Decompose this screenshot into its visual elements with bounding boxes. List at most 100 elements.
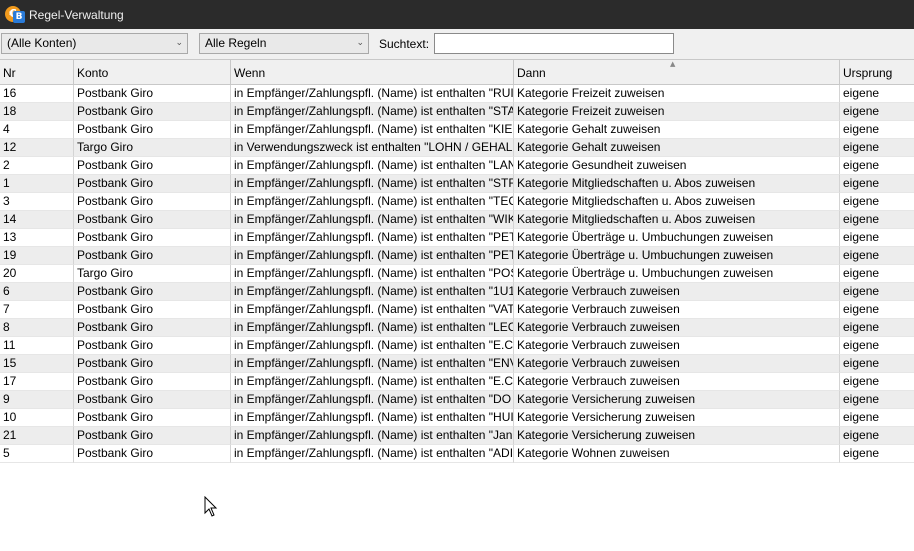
table-row[interactable]: 14 Postbank Giro in Empfänger/Zahlungspfl.… xyxy=(0,211,914,229)
cell-wenn: in Empfänger/Zahlungspfl. (Name) ist ent… xyxy=(231,229,514,247)
table-row[interactable]: 18 Postbank Giro in Empfänger/Zahlungspfl.… xyxy=(0,103,914,121)
column-header-konto[interactable]: Konto xyxy=(74,60,231,85)
cell-ursprung: eigene xyxy=(840,247,914,265)
cell-wenn: in Empfänger/Zahlungspfl. (Name) ist ent… xyxy=(231,355,514,373)
table-row[interactable]: 12 Targo Giro in Verwendungszweck ist enth… xyxy=(0,139,914,157)
cell-konto: Targo Giro xyxy=(74,139,231,157)
cell-ursprung: eigene xyxy=(840,427,914,445)
cell-wenn: in Empfänger/Zahlungspfl. (Name) ist ent… xyxy=(231,247,514,265)
table-row[interactable]: 9 Postbank Giro in Empfänger/Zahlungspfl. … xyxy=(0,391,914,409)
cell-dann: Kategorie Verbrauch zuweisen xyxy=(514,337,840,355)
cell-wenn: in Empfänger/Zahlungspfl. (Name) ist ent… xyxy=(231,211,514,229)
cell-konto: Postbank Giro xyxy=(74,121,231,139)
cell-wenn: in Empfänger/Zahlungspfl. (Name) ist ent… xyxy=(231,121,514,139)
cell-wenn: in Empfänger/Zahlungspfl. (Name) ist ent… xyxy=(231,193,514,211)
table-row[interactable]: 19 Postbank Giro in Empfänger/Zahlungspfl.… xyxy=(0,247,914,265)
table-row[interactable]: 2 Postbank Giro in Empfänger/Zahlungspfl. … xyxy=(0,157,914,175)
cell-konto: Postbank Giro xyxy=(74,337,231,355)
cell-konto: Postbank Giro xyxy=(74,409,231,427)
cell-dann: Kategorie Gehalt zuweisen xyxy=(514,121,840,139)
cell-ursprung: eigene xyxy=(840,337,914,355)
table-row[interactable]: 3 Postbank Giro in Empfänger/Zahlungspfl. … xyxy=(0,193,914,211)
cell-wenn: in Empfänger/Zahlungspfl. (Name) ist ent… xyxy=(231,445,514,463)
cell-konto: Postbank Giro xyxy=(74,445,231,463)
cell-ursprung: eigene xyxy=(840,445,914,463)
cell-nr: 21 xyxy=(0,427,74,445)
table-row[interactable]: 4 Postbank Giro in Empfänger/Zahlungspfl. … xyxy=(0,121,914,139)
cell-konto: Postbank Giro xyxy=(74,103,231,121)
column-header-ursprung[interactable]: Ursprung xyxy=(840,60,914,85)
cell-dann: Kategorie Überträge u. Umbuchungen zuwei… xyxy=(514,265,840,283)
cell-nr: 9 xyxy=(0,391,74,409)
cell-nr: 6 xyxy=(0,283,74,301)
table-header: Nr Konto Wenn Dann Ursprung ▲ xyxy=(0,59,914,85)
cell-dann: Kategorie Wohnen zuweisen xyxy=(514,445,840,463)
cell-dann: Kategorie Verbrauch zuweisen xyxy=(514,355,840,373)
cell-dann: Kategorie Freizeit zuweisen xyxy=(514,85,840,103)
cell-wenn: in Empfänger/Zahlungspfl. (Name) ist ent… xyxy=(231,301,514,319)
table-row[interactable]: 20 Targo Giro in Empfänger/Zahlungspfl. (N… xyxy=(0,265,914,283)
account-filter-select[interactable]: (Alle Konten) ⌄ xyxy=(1,33,188,54)
cell-ursprung: eigene xyxy=(840,373,914,391)
cell-nr: 7 xyxy=(0,301,74,319)
cell-nr: 13 xyxy=(0,229,74,247)
cell-nr: 15 xyxy=(0,355,74,373)
cell-konto: Postbank Giro xyxy=(74,193,231,211)
table-row[interactable]: 5 Postbank Giro in Empfänger/Zahlungspfl. … xyxy=(0,445,914,463)
cell-dann: Kategorie Mitgliedschaften u. Abos zuwei… xyxy=(514,211,840,229)
cell-dann: Kategorie Versicherung zuweisen xyxy=(514,391,840,409)
cell-dann: Kategorie Gehalt zuweisen xyxy=(514,139,840,157)
table-row[interactable]: 6 Postbank Giro in Empfänger/Zahlungspfl. … xyxy=(0,283,914,301)
table-row[interactable]: 17 Postbank Giro in Empfänger/Zahlungspfl.… xyxy=(0,373,914,391)
cell-dann: Kategorie Gesundheit zuweisen xyxy=(514,157,840,175)
cell-dann: Kategorie Überträge u. Umbuchungen zuwei… xyxy=(514,229,840,247)
cell-ursprung: eigene xyxy=(840,283,914,301)
table-row[interactable]: 8 Postbank Giro in Empfänger/Zahlungspfl. … xyxy=(0,319,914,337)
search-input[interactable] xyxy=(434,33,674,54)
cell-dann: Kategorie Verbrauch zuweisen xyxy=(514,283,840,301)
cell-konto: Postbank Giro xyxy=(74,319,231,337)
window-title: Regel-Verwaltung xyxy=(29,7,124,22)
cell-ursprung: eigene xyxy=(840,301,914,319)
table-row[interactable]: 15 Postbank Giro in Empfänger/Zahlungspfl.… xyxy=(0,355,914,373)
column-header-nr[interactable]: Nr xyxy=(0,60,74,85)
cell-ursprung: eigene xyxy=(840,391,914,409)
table-row[interactable]: 21 Postbank Giro in Empfänger/Zahlungspfl.… xyxy=(0,427,914,445)
cell-konto: Postbank Giro xyxy=(74,85,231,103)
cell-ursprung: eigene xyxy=(840,121,914,139)
cell-konto: Postbank Giro xyxy=(74,355,231,373)
table-body: 16 Postbank Giro in Empfänger/Zahlungspfl.… xyxy=(0,85,914,463)
table-row[interactable]: 13 Postbank Giro in Empfänger/Zahlungspfl.… xyxy=(0,229,914,247)
cell-ursprung: eigene xyxy=(840,193,914,211)
cell-ursprung: eigene xyxy=(840,265,914,283)
cell-ursprung: eigene xyxy=(840,229,914,247)
cell-nr: 11 xyxy=(0,337,74,355)
table-row[interactable]: 11 Postbank Giro in Empfänger/Zahlungspfl.… xyxy=(0,337,914,355)
cell-wenn: in Empfänger/Zahlungspfl. (Name) ist ent… xyxy=(231,337,514,355)
column-header-wenn[interactable]: Wenn xyxy=(231,60,514,85)
rule-filter-value: Alle Regeln xyxy=(205,36,267,50)
cell-konto: Postbank Giro xyxy=(74,301,231,319)
cell-konto: Postbank Giro xyxy=(74,247,231,265)
cell-dann: Kategorie Mitgliedschaften u. Abos zuwei… xyxy=(514,175,840,193)
table-row[interactable]: 7 Postbank Giro in Empfänger/Zahlungspfl. … xyxy=(0,301,914,319)
cell-nr: 19 xyxy=(0,247,74,265)
cell-konto: Postbank Giro xyxy=(74,391,231,409)
cell-ursprung: eigene xyxy=(840,139,914,157)
cell-nr: 17 xyxy=(0,373,74,391)
table-row[interactable]: 1 Postbank Giro in Empfänger/Zahlungspfl. … xyxy=(0,175,914,193)
cell-nr: 18 xyxy=(0,103,74,121)
column-header-dann[interactable]: Dann xyxy=(514,60,840,85)
cell-wenn: in Empfänger/Zahlungspfl. (Name) ist ent… xyxy=(231,283,514,301)
cell-wenn: in Empfänger/Zahlungspfl. (Name) ist ent… xyxy=(231,409,514,427)
app-logo-icon: € B xyxy=(5,5,25,25)
cell-nr: 14 xyxy=(0,211,74,229)
cell-dann: Kategorie Freizeit zuweisen xyxy=(514,103,840,121)
cell-nr: 2 xyxy=(0,157,74,175)
cell-nr: 1 xyxy=(0,175,74,193)
rule-filter-select[interactable]: Alle Regeln ⌄ xyxy=(199,33,369,54)
table-row[interactable]: 10 Postbank Giro in Empfänger/Zahlungspfl.… xyxy=(0,409,914,427)
table-row[interactable]: 16 Postbank Giro in Empfänger/Zahlungspfl.… xyxy=(0,85,914,103)
cell-wenn: in Verwendungszweck ist enthalten "LOHN … xyxy=(231,139,514,157)
cell-konto: Postbank Giro xyxy=(74,211,231,229)
